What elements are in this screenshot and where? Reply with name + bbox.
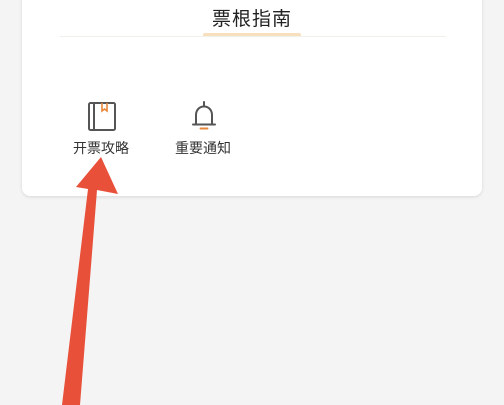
card-title: 票根指南: [211, 8, 292, 30]
ticket-guide-card: 票根指南 开票攻略 重要通知: [22, 0, 482, 196]
shortcut-label: 开票攻略: [73, 141, 129, 157]
shortcut-important-notice[interactable]: 重要通知: [158, 100, 248, 170]
card-header: 票根指南: [22, 0, 482, 38]
shortcut-label: 重要通知: [175, 141, 231, 157]
page: 票根指南 开票攻略 重要通知: [0, 0, 504, 405]
bell-icon: [187, 100, 221, 134]
header-divider: [60, 36, 446, 37]
shortcut-ticket-guide[interactable]: 开票攻略: [56, 100, 146, 170]
book-icon: [85, 100, 119, 134]
